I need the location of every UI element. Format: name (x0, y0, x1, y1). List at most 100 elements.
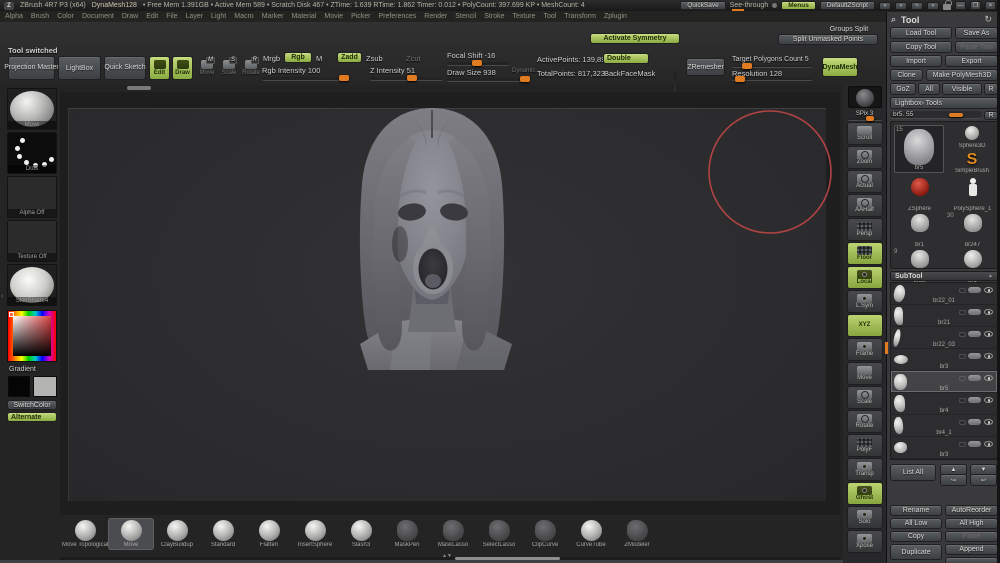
right-shelf-button[interactable]: Solo (847, 506, 883, 529)
rgb-intensity-slider[interactable] (262, 77, 350, 81)
right-shelf-button[interactable]: Persp (847, 218, 883, 241)
draw-size-slider[interactable] (447, 78, 530, 82)
subtool-row[interactable]: br5 (891, 371, 997, 393)
menu-item[interactable]: Zplugin (604, 13, 627, 20)
make-polymesh3d-button[interactable]: Make PolyMesh3D (926, 69, 998, 81)
subtool-row[interactable]: br22_03 (891, 327, 997, 349)
tray-brush-item[interactable]: MaskPen (384, 518, 430, 550)
zscript-doc-icon[interactable]: ▾ (879, 2, 891, 10)
lightbox-button[interactable]: LightBox (58, 56, 101, 80)
tray-brush-item[interactable]: InsertSphere (292, 518, 338, 550)
lock-ui-icon[interactable] (943, 4, 951, 10)
subtool-row[interactable]: br4 (891, 393, 997, 415)
tray-brush-item[interactable]: Move (108, 518, 154, 550)
goz-r-button[interactable]: R (984, 83, 998, 95)
z-intensity-slider[interactable] (370, 77, 443, 81)
paste-tool-button[interactable]: Paste Tool (955, 41, 998, 53)
color-picker[interactable] (7, 310, 57, 362)
projection-master-button[interactable]: Projection Master (8, 56, 55, 80)
visibility-eye-icon[interactable] (984, 441, 993, 447)
import-button[interactable]: Import (890, 55, 942, 67)
visibility-eye-icon[interactable] (984, 331, 993, 337)
inventory-tool[interactable]: Sphere3D (947, 124, 997, 149)
paste-subtool-button[interactable]: Paste (945, 531, 998, 542)
gradient-label[interactable]: Gradient (9, 366, 36, 373)
copy-tool-button[interactable]: Copy Tool (890, 41, 952, 53)
right-shelf-button[interactable]: XYZ (847, 314, 883, 337)
active-tool-thumbnail[interactable]: 15 br5 (894, 125, 944, 173)
all-high-button[interactable]: All High (945, 518, 998, 529)
subtool-row[interactable]: br4_1 (891, 415, 997, 437)
palette-reload-icon[interactable]: ↻ (984, 14, 992, 25)
menus-toggle-button[interactable]: Menus (781, 1, 816, 10)
right-shelf-button[interactable]: Actual (847, 170, 883, 193)
dynamic-label[interactable]: Dynamic (512, 68, 535, 74)
zcut-button[interactable]: Zcut (406, 54, 421, 63)
menu-item[interactable]: File (166, 13, 177, 20)
menu-item[interactable]: Preferences (379, 13, 417, 20)
inventory-tool[interactable]: br1 (893, 212, 946, 248)
tray-brush-item[interactable]: Move Topological (62, 518, 108, 550)
save-as-button[interactable]: Save As (955, 27, 998, 39)
split-unmasked-points-button[interactable]: Split Unmasked Points (778, 34, 878, 45)
goz-visible-button[interactable]: Visible (942, 83, 982, 95)
tray-brush-item[interactable]: SelectLasso (476, 518, 522, 550)
menu-item[interactable]: Alpha (5, 13, 23, 20)
main-color-swatch[interactable] (8, 376, 30, 397)
tool-r-button[interactable]: R (984, 111, 998, 120)
right-shelf-button[interactable]: Floor (847, 242, 883, 265)
tray-brush-item[interactable]: ZModeler (614, 518, 660, 550)
tray-scroll-arrows-icon[interactable]: ▲▼ (442, 553, 452, 559)
inventory-tool[interactable]: 30 br247 (946, 212, 999, 248)
right-shelf-button[interactable]: Rotate (847, 410, 883, 433)
subtool-row[interactable]: br21 (891, 305, 997, 327)
subtool-row[interactable]: br22_01 (891, 283, 997, 305)
visibility-eye-icon[interactable] (984, 353, 993, 359)
export-button[interactable]: Export (945, 55, 998, 67)
insert-button-clipped[interactable] (945, 557, 998, 563)
right-shelf-button[interactable]: Xpose (847, 530, 883, 553)
activate-symmetry-button[interactable]: Activate Symmetry (590, 33, 680, 44)
menu-item[interactable]: Texture (512, 13, 535, 20)
load-tool-button[interactable]: Load Tool (890, 27, 952, 39)
document-viewport[interactable] (68, 108, 826, 501)
duplicate-button[interactable]: Duplicate (890, 544, 942, 560)
tool-palette-header[interactable]: ⌕ Tool (891, 14, 919, 25)
menu-item[interactable]: Draw (122, 13, 138, 20)
subtool-move-down-icon[interactable]: ↩ (970, 474, 997, 486)
dynamesh-button[interactable]: DynaMesh (822, 57, 858, 77)
menu-item[interactable]: Layer (186, 13, 204, 20)
visibility-eye-icon[interactable] (984, 309, 993, 315)
rotate-mode-button[interactable]: R Rotate (241, 56, 261, 80)
spix-slider[interactable]: SPix 3 (847, 108, 883, 121)
right-shelf-button[interactable]: PolyF (847, 434, 883, 457)
active-tool-slider[interactable]: br5. 55 (890, 111, 982, 119)
right-shelf-button[interactable]: Transp (847, 458, 883, 481)
tray-brush-item[interactable]: CurveTube (568, 518, 614, 550)
subtool-row[interactable]: br3 (891, 437, 997, 459)
subtool-row[interactable]: br3 (891, 349, 997, 371)
quick-sketch-button[interactable]: Quick Sketch (104, 56, 146, 80)
target-polygons-slider[interactable] (732, 65, 812, 68)
current-alpha-thumbnail[interactable]: Alpha Off (7, 176, 57, 218)
restore-button[interactable]: ❒ (970, 1, 981, 10)
alternate-button[interactable]: Alternate (7, 412, 57, 422)
tray-brush-item[interactable]: Slash3 (338, 518, 384, 550)
menu-item[interactable]: Material (291, 13, 316, 20)
switch-color-button[interactable]: SwitchColor (7, 400, 57, 410)
current-material-thumbnail[interactable]: SkinShade4 (7, 264, 57, 306)
resolution-slider[interactable] (732, 78, 812, 81)
menu-item[interactable]: Stroke (484, 13, 504, 20)
menu-item[interactable]: Brush (31, 13, 49, 20)
groups-split-button[interactable]: Groups Split (820, 25, 878, 34)
right-shelf-button[interactable]: L.Sym (847, 290, 883, 313)
zscript-play-icon[interactable]: ▾ (895, 2, 907, 10)
tray-divider-handle[interactable] (127, 86, 151, 90)
subtool-section-header[interactable]: SubTool ▲ (890, 271, 998, 281)
tutorial-icon[interactable]: ✎ (911, 2, 923, 10)
menu-item[interactable]: Macro (234, 13, 253, 20)
clone-button[interactable]: Clone (890, 69, 923, 81)
mrgb-button[interactable]: Mrgb (263, 54, 280, 63)
tray-brush-item[interactable]: ClipCurve (522, 518, 568, 550)
double-sided-button[interactable]: Double (603, 53, 649, 64)
